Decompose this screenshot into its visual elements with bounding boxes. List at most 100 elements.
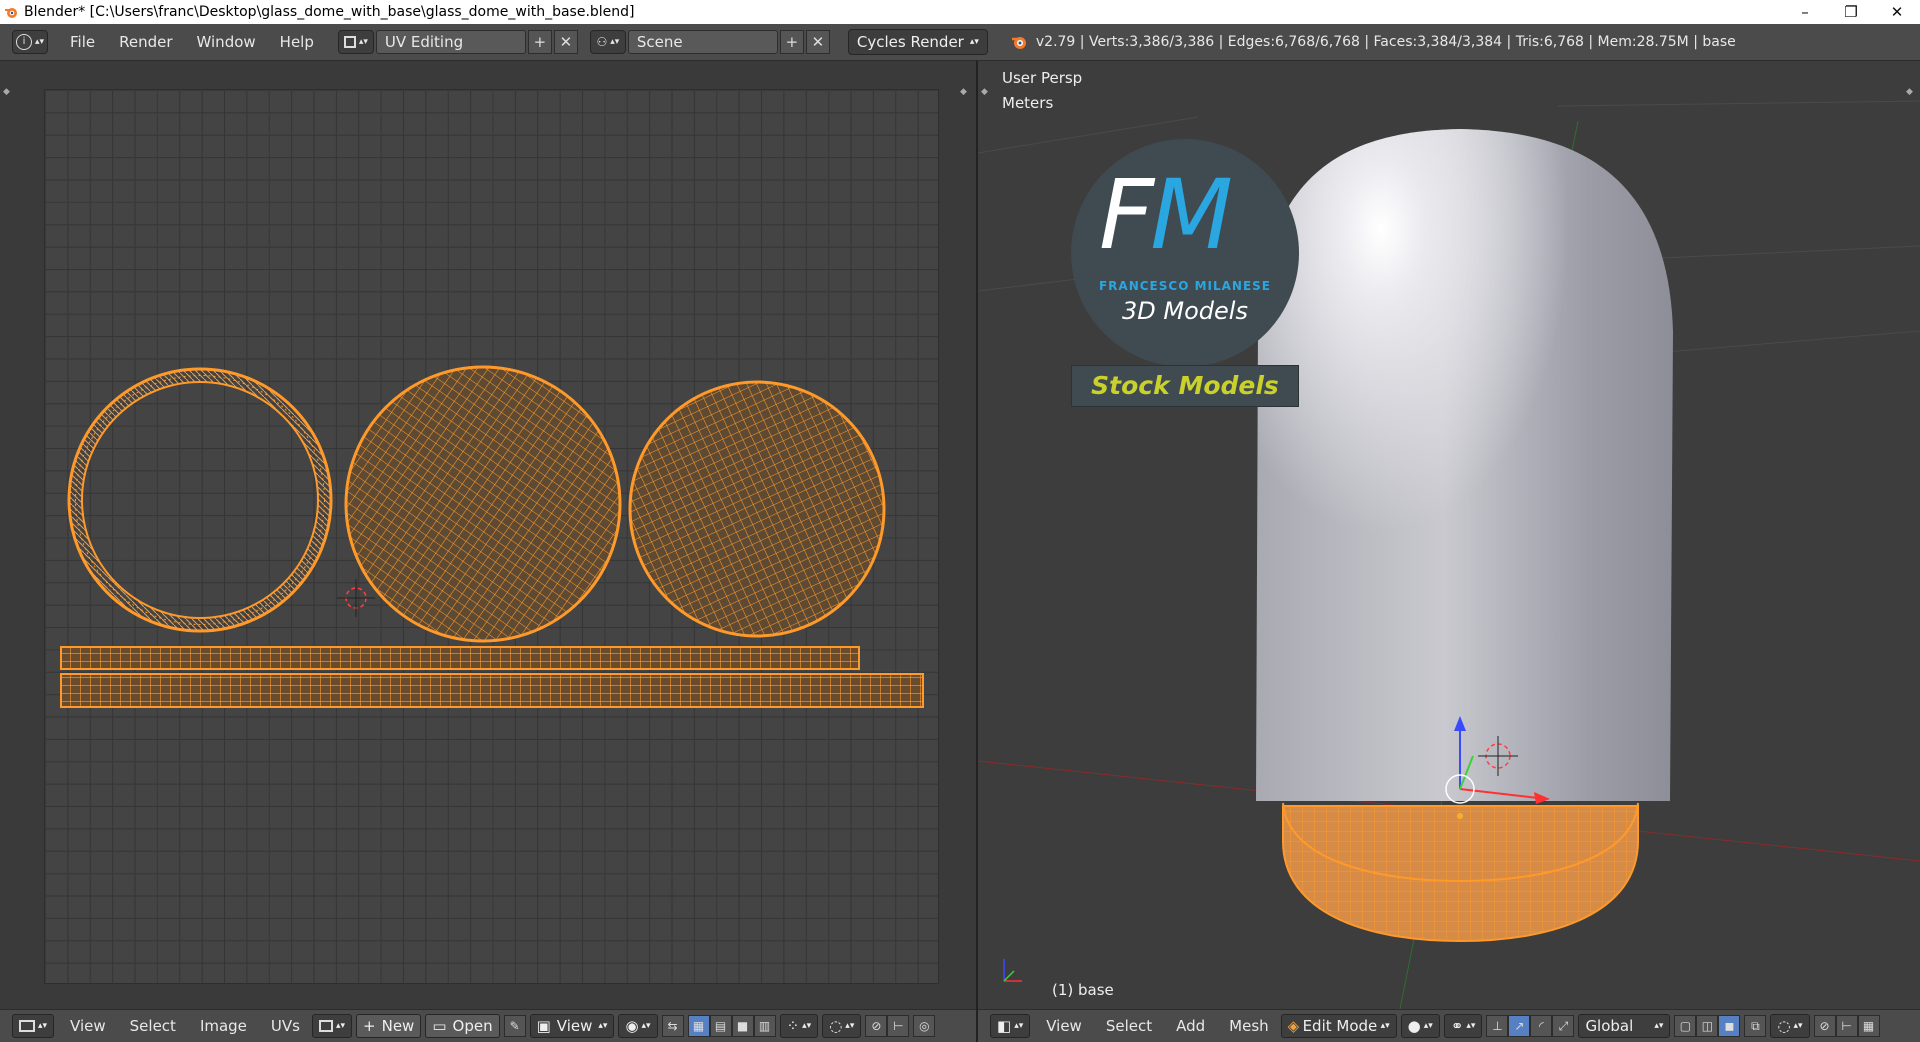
image-channels-icon[interactable]: ◎ [913,1015,936,1037]
edge-select-icon[interactable]: ◫ [1696,1015,1719,1037]
selected-base-mesh[interactable] [1282,805,1639,943]
new-image-label: New [381,1017,415,1035]
glass-dome-highlight [1256,129,1673,801]
snap-icon[interactable]: ⊘ [865,1015,888,1037]
info-icon: i [15,34,32,50]
maximize-button[interactable]: ❐ [1828,0,1874,24]
transform-orientation-dropdown[interactable]: Global ▴▾ [1578,1014,1671,1038]
add-scene-plus-icon[interactable]: + [779,30,804,54]
region-toggle-left-icon[interactable]: ◆ [981,87,988,97]
render-preview-icon[interactable]: ▦ [1857,1015,1880,1037]
sticky-select-dropdown[interactable]: ⁘ ▴▾ [779,1014,819,1038]
proportional-edit-dropdown[interactable]: ◌ ▴▾ [822,1014,862,1038]
face-select-icon[interactable]: ◼ [1718,1015,1741,1037]
pivot-dropdown[interactable]: ⚭ ▴▾ [1443,1014,1483,1038]
occlude-geometry-icon[interactable]: ⧉ [1744,1015,1767,1037]
screen-layout-selector[interactable]: ▴▾ [337,30,374,54]
pin-icon[interactable]: ✎ [503,1015,526,1037]
editor-type-button[interactable]: ▴▾ [12,1014,55,1038]
uv-disk-island-1[interactable] [344,365,622,643]
3d-viewport[interactable]: User Persp Meters (1) base FM FRANCESCO … [978,61,1920,1009]
view3d-menu-add[interactable]: Add [1164,1017,1217,1035]
scale-manipulator-icon[interactable]: ⤢ [1552,1015,1575,1037]
vertex-select-icon[interactable]: ▢ [1674,1015,1697,1037]
view3d-menu-select[interactable]: Select [1094,1017,1164,1035]
uv-editor[interactable]: ◆ ◆ [0,61,976,1009]
snap-element-icon[interactable]: ⊢ [887,1015,910,1037]
pivot-dropdown[interactable]: ◉ ▴▾ [618,1014,658,1038]
snap-icon[interactable]: ⊘ [1813,1015,1836,1037]
delete-scene-x-icon[interactable]: ✕ [805,30,830,54]
fm-logo-tagline: 3D Models [1122,297,1248,325]
proportional-icon: ◌ [829,1017,843,1035]
view3d-menu-mesh[interactable]: Mesh [1217,1017,1281,1035]
new-image-button[interactable]: + New [356,1014,422,1038]
snap-element-icon[interactable]: ⊢ [1835,1015,1858,1037]
uv-menu-image[interactable]: Image [188,1017,259,1035]
face-select-icon[interactable]: ■ [731,1015,754,1037]
folder-icon: ▭ [432,1017,447,1035]
vertex-select-icon[interactable]: ▦ [687,1015,710,1037]
menu-file[interactable]: File [58,33,107,51]
updown-arrows-icon: ▴▾ [969,37,979,47]
uv-menu-view[interactable]: View [58,1017,118,1035]
translate-manipulator-icon[interactable]: ↗ [1508,1015,1531,1037]
updown-arrows-icon: ▴▾ [1380,1021,1390,1031]
uv-menu-select[interactable]: Select [118,1017,188,1035]
scene-icon: ⚇ [596,35,608,49]
transform-orientation-label: Global [1585,1017,1634,1035]
uv-islands[interactable] [0,61,976,1009]
pivot-icon: ◉ [625,1017,639,1035]
plus-icon: + [363,1017,376,1035]
sync-selection-icon[interactable]: ⇆ [661,1015,684,1037]
sticky-icon: ⁘ [786,1017,800,1035]
uv-ring-island-inner [81,381,319,619]
fm-logo-banner: Stock Models [1071,365,1299,407]
editor-type-button[interactable]: ◧ ▴▾ [990,1014,1031,1038]
updown-arrows-icon: ▴▾ [802,1021,812,1031]
view-mode-dropdown[interactable]: ▣ View ▴▾ [529,1014,615,1038]
editor-type-info-button[interactable]: i ▴▾ [12,30,48,54]
rotate-manipulator-icon[interactable]: ◜ [1530,1015,1553,1037]
layout-grid-icon [343,36,356,48]
uv-strip-island-2[interactable] [60,673,924,708]
layout-name-field[interactable]: UV Editing [375,30,526,54]
render-engine-label: Cycles Render [856,33,964,51]
image-icon [318,1020,333,1032]
render-engine-dropdown[interactable]: Cycles Render ▴▾ [847,29,988,55]
menu-render[interactable]: Render [107,33,184,51]
edge-select-icon[interactable]: ▤ [709,1015,732,1037]
uv-ring-island-fill [69,369,331,631]
scene-selector[interactable]: ⚇ ▴▾ [589,30,626,54]
add-layout-plus-icon[interactable]: + [527,30,552,54]
2d-cursor-icon[interactable] [337,579,375,617]
minimize-button[interactable]: – [1782,0,1828,24]
island-select-icon[interactable]: ▥ [753,1015,776,1037]
close-button[interactable]: ✕ [1874,0,1920,24]
view3d-menu-view[interactable]: View [1034,1017,1094,1035]
proportional-edit-dropdown[interactable]: ◌ ▴▾ [1770,1014,1810,1038]
fm-logo-watermark: FM FRANCESCO MILANESE 3D Models Stock Mo… [1071,139,1299,409]
updown-arrows-icon: ▴▾ [335,1021,346,1031]
units-label: Meters [1002,94,1054,112]
menu-help[interactable]: Help [268,33,326,51]
shading-dropdown[interactable]: ● ▴▾ [1400,1014,1440,1038]
interaction-mode-dropdown[interactable]: ◈ Edit Mode ▴▾ [1280,1014,1397,1038]
updown-arrows-icon: ▴▾ [1793,1021,1803,1031]
uv-disk-island-2[interactable] [628,380,886,638]
manipulator-toggle-icon[interactable]: ⊥ [1486,1015,1509,1037]
view-label: User Persp [1002,69,1083,87]
uv-strip-island-1[interactable] [60,646,860,670]
scene-name-field[interactable]: Scene [627,30,778,54]
fm-logo-initials: FM [1099,167,1233,263]
active-object-label: (1) base [1052,981,1114,999]
image-browse-button[interactable]: ▴▾ [311,1014,353,1038]
blender-logo-icon [4,5,18,19]
region-toggle-right-icon[interactable]: ◆ [1906,87,1913,97]
menu-window[interactable]: Window [185,33,268,51]
updown-arrows-icon: ▴▾ [34,37,45,47]
delete-layout-x-icon[interactable]: ✕ [553,30,578,54]
updown-arrows-icon: ▴▾ [598,1021,608,1031]
open-image-button[interactable]: ▭ Open [425,1014,500,1038]
uv-menu-uvs[interactable]: UVs [259,1017,312,1035]
